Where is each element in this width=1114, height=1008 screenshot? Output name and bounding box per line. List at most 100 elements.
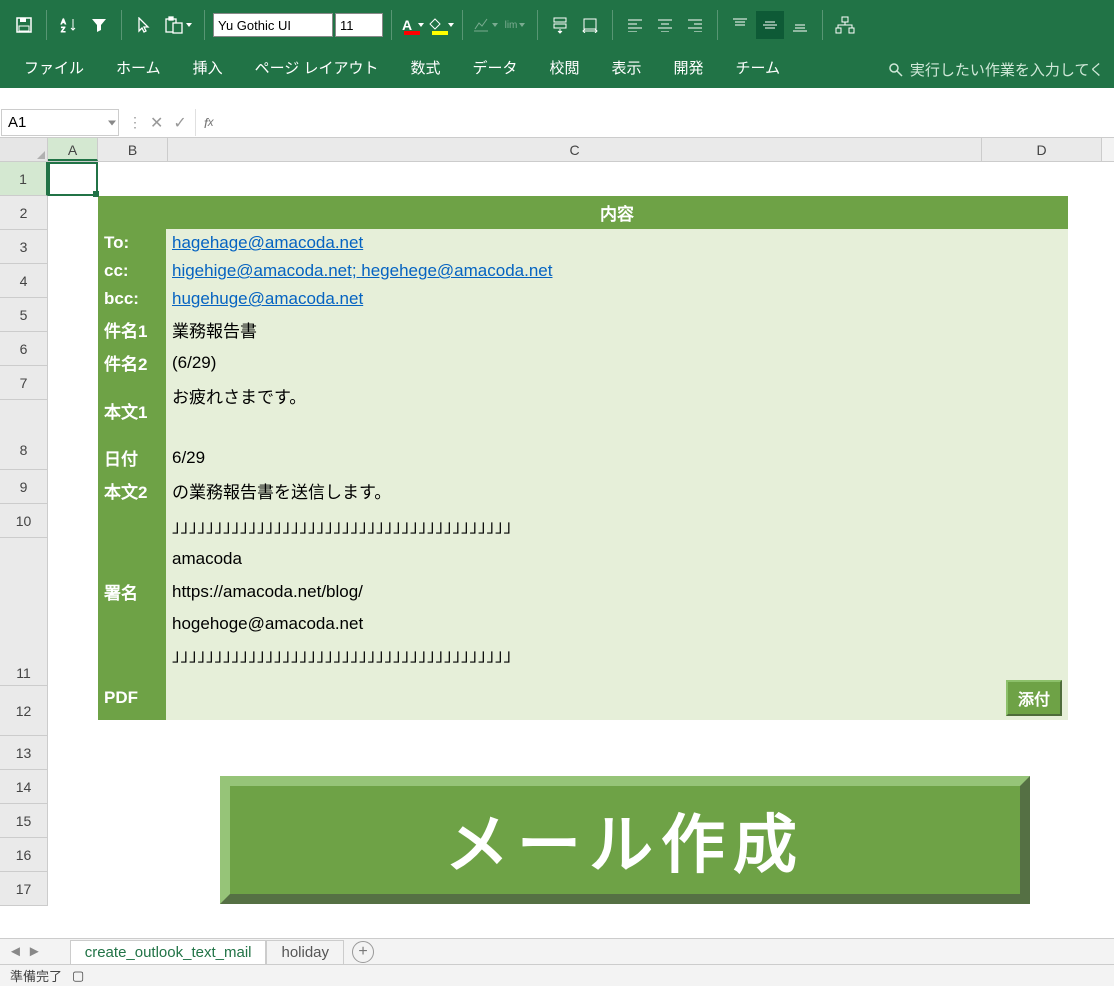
- font-size-select[interactable]: [335, 13, 383, 37]
- tab-review[interactable]: 校閲: [536, 49, 594, 88]
- fx-icon[interactable]: fx: [196, 108, 222, 137]
- select-all-corner[interactable]: [0, 138, 48, 161]
- filter-icon[interactable]: [85, 11, 113, 39]
- col-header-A[interactable]: A: [48, 138, 98, 161]
- limit-icon: lim: [501, 11, 529, 39]
- cell-cc[interactable]: higehige@amacoda.net; hegehege@amacoda.n…: [166, 257, 1068, 285]
- align-bottom-icon[interactable]: [786, 11, 814, 39]
- row-header[interactable]: 15: [0, 804, 48, 838]
- sheet-nav-prev-icon[interactable]: ◄: [8, 943, 23, 960]
- save-icon[interactable]: [10, 11, 38, 39]
- cancel-formula-icon[interactable]: ✕: [150, 113, 163, 133]
- align-left-icon[interactable]: [621, 11, 649, 39]
- tab-file[interactable]: ファイル: [10, 49, 98, 88]
- attach-button[interactable]: 添付: [1006, 680, 1062, 716]
- tab-insert[interactable]: 挿入: [179, 49, 237, 88]
- new-sheet-button[interactable]: +: [352, 941, 374, 963]
- label-date[interactable]: 日付: [98, 441, 166, 474]
- cell-body1[interactable]: お疲れさまです。: [166, 379, 1068, 441]
- row-header[interactable]: 14: [0, 770, 48, 804]
- hierarchy-icon[interactable]: [831, 11, 859, 39]
- formula-input[interactable]: [222, 108, 1114, 137]
- row-header[interactable]: 1: [0, 162, 48, 196]
- row-header[interactable]: 12: [0, 686, 48, 736]
- label-bcc[interactable]: bcc:: [98, 285, 166, 313]
- status-text: 準備完了: [10, 966, 62, 985]
- create-mail-button[interactable]: メール作成: [220, 776, 1030, 904]
- label-pdf[interactable]: PDF: [98, 676, 166, 720]
- label-cc[interactable]: cc:: [98, 257, 166, 285]
- ribbon-toolbar: AZ A lim: [0, 0, 1114, 50]
- name-box[interactable]: A1: [1, 109, 119, 136]
- svg-text:A: A: [61, 19, 66, 26]
- macro-record-icon[interactable]: ▢: [72, 968, 84, 984]
- row-header[interactable]: 2: [0, 196, 48, 230]
- col-header-D[interactable]: D: [982, 138, 1102, 161]
- sheet-nav-next-icon[interactable]: ►: [27, 943, 42, 960]
- v-align-group: [726, 11, 814, 39]
- table-header-content[interactable]: 内容: [166, 196, 1068, 229]
- col-header-B[interactable]: B: [98, 138, 168, 161]
- sheet-tab-other[interactable]: holiday: [266, 940, 344, 964]
- cell-subject2[interactable]: (6/29): [166, 346, 1068, 379]
- tab-layout[interactable]: ページ レイアウト: [241, 49, 393, 88]
- row-header[interactable]: 13: [0, 736, 48, 770]
- row-header[interactable]: 16: [0, 838, 48, 872]
- label-body2[interactable]: 本文2: [98, 474, 166, 507]
- tell-me-search[interactable]: 実行したい作業を入力してく: [888, 59, 1104, 88]
- label-signature[interactable]: 署名: [98, 507, 166, 676]
- align-right-icon[interactable]: [681, 11, 709, 39]
- cell-body2[interactable]: の業務報告書を送信します。: [166, 474, 1068, 507]
- col-header-C[interactable]: C: [168, 138, 982, 161]
- row-header[interactable]: 4: [0, 264, 48, 298]
- row-headers: 1 2 3 4 5 6 7 8 9 10 11 12 13 14 15 16 1…: [0, 162, 48, 906]
- fill-color-button[interactable]: [428, 13, 454, 37]
- h-align-group: [621, 11, 709, 39]
- expand-dots-icon[interactable]: ⋮: [128, 114, 140, 131]
- row-header[interactable]: 11: [0, 538, 48, 686]
- label-to[interactable]: To:: [98, 229, 166, 257]
- sort-icon[interactable]: AZ: [55, 11, 83, 39]
- row-header[interactable]: 6: [0, 332, 48, 366]
- cell-bcc[interactable]: hugehuge@amacoda.net: [166, 285, 1068, 313]
- cell-subject1[interactable]: 業務報告書: [166, 313, 1068, 346]
- tell-me-label: 実行したい作業を入力してく: [910, 59, 1104, 80]
- col-width-icon[interactable]: [576, 11, 604, 39]
- cell-date[interactable]: 6/29: [166, 441, 1068, 474]
- sheet-tab-active[interactable]: create_outlook_text_mail: [70, 940, 267, 964]
- enter-formula-icon[interactable]: ✓: [173, 113, 186, 133]
- align-top-icon[interactable]: [726, 11, 754, 39]
- label-subject2[interactable]: 件名2: [98, 346, 166, 379]
- font-color-button[interactable]: A: [400, 13, 426, 37]
- row-header[interactable]: 5: [0, 298, 48, 332]
- row-header[interactable]: 8: [0, 400, 48, 470]
- sheet-tab-bar: ◄ ► create_outlook_text_mail holiday +: [0, 938, 1114, 964]
- tab-home[interactable]: ホーム: [102, 49, 175, 88]
- status-bar: 準備完了 ▢: [0, 964, 1114, 986]
- active-cell[interactable]: [48, 162, 98, 196]
- tab-formula[interactable]: 数式: [396, 49, 454, 88]
- label-body1[interactable]: 本文1: [98, 379, 166, 441]
- row-header[interactable]: 10: [0, 504, 48, 538]
- tab-data[interactable]: データ: [458, 49, 531, 88]
- row-height-icon[interactable]: [546, 11, 574, 39]
- cell-to[interactable]: hagehage@amacoda.net: [166, 229, 1068, 257]
- chart-icon: [471, 11, 499, 39]
- spreadsheet-grid: A B C D 1 2 3 4 5 6 7 8 9 10 11 12 13 14…: [0, 138, 1114, 938]
- cell-pdf[interactable]: 添付: [166, 676, 1068, 720]
- row-header[interactable]: 3: [0, 230, 48, 264]
- formula-bar: A1 ⋮ ✕ ✓ fx: [0, 108, 1114, 138]
- font-name-select[interactable]: [213, 13, 333, 37]
- row-header[interactable]: 7: [0, 366, 48, 400]
- paste-icon[interactable]: [160, 11, 196, 39]
- cell-signature[interactable]: 」」」」」」」」」」」」」」」」」」」」」」」」」」」」」」」」」」」」」」」」…: [166, 507, 1068, 676]
- row-header[interactable]: 17: [0, 872, 48, 906]
- cursor-icon[interactable]: [130, 11, 158, 39]
- align-center-icon[interactable]: [651, 11, 679, 39]
- tab-view[interactable]: 表示: [598, 49, 656, 88]
- align-middle-icon[interactable]: [756, 11, 784, 39]
- label-subject1[interactable]: 件名1: [98, 313, 166, 346]
- tab-team[interactable]: チーム: [722, 49, 795, 88]
- row-header[interactable]: 9: [0, 470, 48, 504]
- tab-dev[interactable]: 開発: [660, 49, 718, 88]
